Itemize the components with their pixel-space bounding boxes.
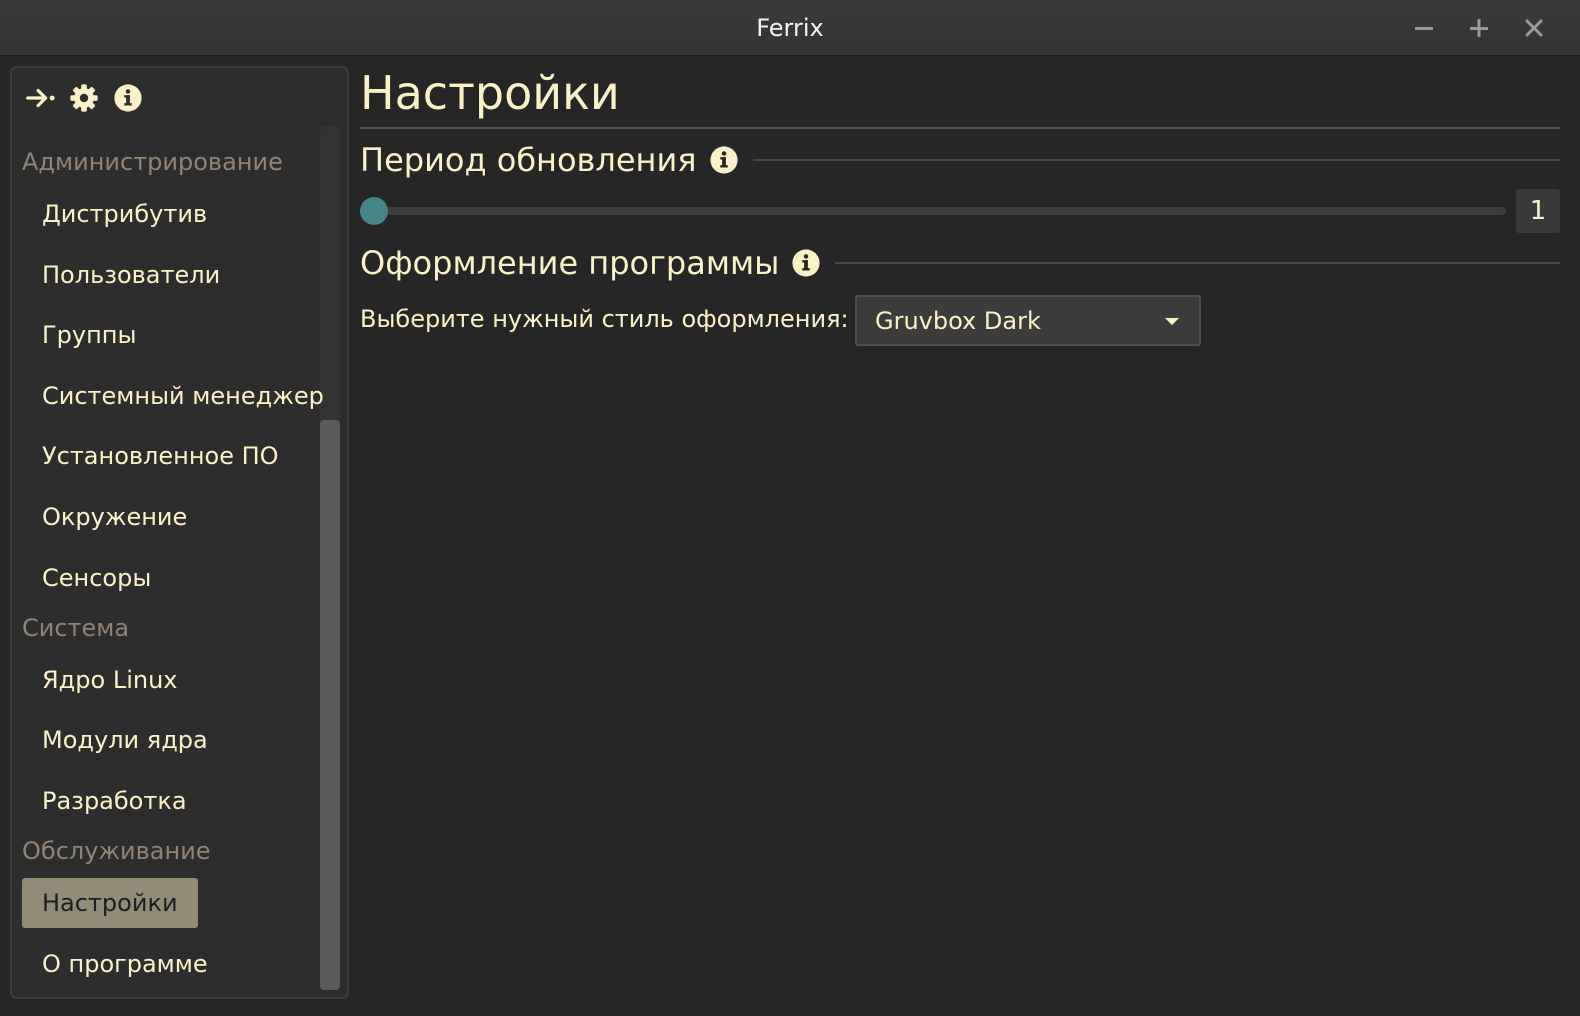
minimize-button[interactable]: [1408, 12, 1440, 44]
sidebar-item-development[interactable]: Разработка: [22, 776, 207, 826]
sidebar-item-settings[interactable]: Настройки: [22, 878, 198, 928]
sidebar-item-environment[interactable]: Окружение: [22, 492, 207, 542]
section-divider: [835, 262, 1560, 264]
sidebar-item-linux-kernel[interactable]: Ядро Linux: [22, 655, 197, 705]
update-period-value: 1: [1516, 189, 1560, 233]
maximize-icon: [1470, 19, 1488, 37]
sidebar-scrollbar[interactable]: [320, 126, 340, 990]
update-period-info-button[interactable]: [709, 145, 739, 175]
minimize-icon: [1415, 27, 1433, 30]
appearance-info-button[interactable]: [791, 248, 821, 278]
sidebar-item-kernel-modules[interactable]: Модули ядра: [22, 715, 228, 765]
section-divider: [752, 159, 1560, 161]
sidebar-item-system-manager[interactable]: Системный менеджер: [22, 371, 344, 421]
group-label-system: Система: [22, 614, 130, 642]
close-button[interactable]: [1518, 12, 1550, 44]
sidebar-item-users[interactable]: Пользователи: [22, 250, 240, 300]
page-title: Настройки: [360, 66, 620, 120]
appearance-section: Оформление программы: [360, 243, 1560, 283]
export-button[interactable]: [24, 82, 56, 114]
info-icon: [114, 84, 142, 112]
slider-handle[interactable]: [360, 197, 388, 225]
sidebar-item-about[interactable]: О программе: [22, 939, 228, 989]
sidebar-scrollbar-thumb[interactable]: [320, 420, 340, 990]
sidebar: Администрирование Дистрибутив Пользовате…: [10, 66, 349, 999]
maximize-button[interactable]: [1463, 12, 1495, 44]
style-select-label: Выберите нужный стиль оформления:: [360, 305, 849, 333]
info-icon: [792, 249, 820, 277]
export-icon: [26, 88, 55, 108]
update-period-section: Период обновления: [360, 140, 1560, 180]
appearance-heading: Оформление программы: [360, 244, 780, 282]
sidebar-item-sensors[interactable]: Сенсоры: [22, 553, 171, 603]
about-button[interactable]: [112, 82, 144, 114]
gear-icon: [70, 84, 98, 112]
sidebar-item-groups[interactable]: Группы: [22, 310, 156, 360]
sidebar-item-installed-software[interactable]: Установленное ПО: [22, 431, 299, 481]
style-select[interactable]: Gruvbox Dark: [855, 295, 1201, 346]
title-divider: [360, 127, 1560, 129]
settings-button[interactable]: [68, 82, 100, 114]
update-period-slider[interactable]: [360, 196, 1506, 226]
chevron-down-icon: [1163, 312, 1181, 330]
group-label-administration: Администрирование: [22, 148, 283, 176]
slider-track: [360, 207, 1506, 215]
title-bar: Ferrix: [0, 0, 1580, 56]
window-title: Ferrix: [756, 14, 824, 42]
group-label-maintenance: Обслуживание: [22, 837, 211, 865]
style-select-value: Gruvbox Dark: [875, 306, 1041, 335]
info-icon: [709, 146, 738, 174]
update-period-heading: Период обновления: [360, 141, 697, 179]
close-icon: [1525, 19, 1543, 37]
sidebar-item-distribution[interactable]: Дистрибутив: [22, 189, 227, 239]
